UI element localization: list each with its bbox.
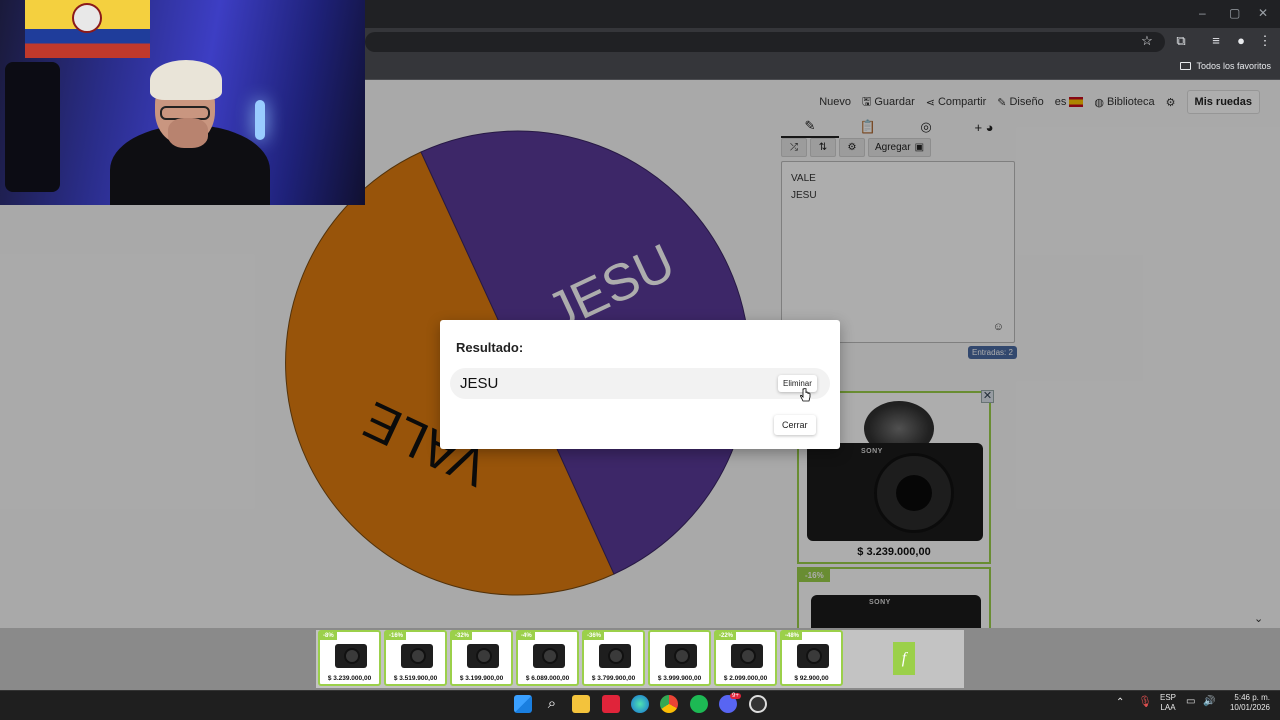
clock-date: 10/01/2026 — [1229, 703, 1270, 712]
camera-lens-thumbnail — [740, 648, 756, 664]
microphone-icon[interactable]: 🎙 — [1138, 697, 1152, 708]
camera-lens-thumbnail — [344, 648, 360, 664]
ad-strip-price: $ 92.900,00 — [794, 675, 829, 682]
camera-lens-thumbnail — [410, 648, 426, 664]
ad-strip-product[interactable]: -48% $ 92.900,00 — [780, 630, 843, 686]
discount-badge: -4% — [518, 632, 535, 640]
ad-strip-price: $ 3.239.000,00 — [327, 675, 372, 682]
person-hand — [168, 118, 208, 148]
bookmark-star-icon[interactable]: ☆ — [1138, 33, 1156, 49]
ad-strip-product[interactable]: -16% $ 3.519.900,00 — [384, 630, 447, 686]
extensions-icon[interactable]: ⧉ — [1172, 33, 1190, 49]
camera-lens-thumbnail — [608, 648, 624, 664]
clock[interactable]: 5:46 p. m. 10/01/2026 — [1224, 693, 1270, 713]
spotify-icon[interactable] — [690, 695, 708, 713]
file-explorer-icon[interactable] — [572, 695, 590, 713]
ad-strip-product[interactable]: -4% $ 6.089.000,00 — [516, 630, 579, 686]
remove-button[interactable]: Eliminar — [778, 375, 817, 392]
discount-badge: -16% — [386, 632, 407, 640]
ad-strip-price: $ 6.089.000,00 — [525, 675, 570, 682]
discount-badge: -36% — [584, 632, 605, 640]
language-indicator[interactable]: ESP LAA — [1160, 693, 1176, 713]
discount-badge: -22% — [716, 632, 737, 640]
discount-badge: -8% — [320, 632, 337, 640]
hand-cursor-icon — [800, 388, 811, 402]
ad-strip-product[interactable]: -8% $ 3.239.000,00 — [318, 630, 381, 686]
ad-strip-price: $ 3.519.900,00 — [393, 675, 438, 682]
led-light — [255, 100, 265, 140]
dialog-title: Resultado: — [456, 340, 524, 355]
folder-icon — [1180, 62, 1192, 70]
all-bookmarks-label: Todos los favoritos — [1196, 61, 1271, 71]
volume-icon[interactable]: 🔊 — [1203, 697, 1215, 707]
ad-strip-product[interactable]: -22% $ 2.099.000,00 — [714, 630, 777, 686]
all-bookmarks-button[interactable]: Todos los favoritos — [1180, 61, 1271, 71]
edge-icon[interactable] — [631, 695, 649, 713]
media-icon[interactable]: ≡ — [1207, 33, 1225, 48]
chevron-up-icon[interactable]: ⌃ — [1116, 698, 1124, 708]
ad-strip-product[interactable]: -36% $ 3.799.900,00 — [582, 630, 645, 686]
close-button[interactable]: Cerrar — [774, 415, 816, 435]
discount-badge: -32% — [452, 632, 473, 640]
camera-lens-thumbnail — [674, 648, 690, 664]
result-value: JESU — [460, 375, 499, 392]
ad-strip-product[interactable]: -32% $ 3.199.900,00 — [450, 630, 513, 686]
chevron-down-icon[interactable]: ⌄ — [1254, 612, 1263, 625]
windows-start-icon[interactable] — [514, 695, 532, 713]
result-row: JESU Eliminar — [450, 368, 830, 399]
obs-icon[interactable] — [749, 695, 767, 713]
minimize-icon[interactable]: – — [1199, 6, 1206, 20]
menu-icon[interactable]: ⋮ — [1256, 33, 1274, 49]
webcam-overlay — [0, 0, 365, 205]
ad-strip-price: $ 3.199.900,00 — [459, 675, 504, 682]
result-dialog: Resultado: JESU Eliminar Cerrar — [440, 320, 840, 449]
chrome-icon[interactable] — [660, 695, 678, 713]
restore-icon[interactable]: ▢ — [1229, 6, 1240, 20]
language-code: ESP — [1160, 693, 1177, 702]
camera-lens-thumbnail — [806, 648, 822, 664]
network-icon[interactable]: ▭ — [1186, 697, 1195, 707]
layout-code: LAA — [1160, 703, 1176, 712]
camera-lens-thumbnail — [542, 648, 558, 664]
profile-icon[interactable]: ● — [1232, 33, 1250, 48]
discord-badge: 9+ — [730, 693, 741, 699]
person-cap — [150, 60, 222, 100]
flag-seal — [72, 3, 102, 33]
ad-strip-price: $ 2.099.000,00 — [723, 675, 768, 682]
clock-time: 5:46 p. m. — [1234, 693, 1270, 702]
discount-badge: -48% — [782, 632, 803, 640]
ad-strip-price: $ 3.799.900,00 — [591, 675, 636, 682]
address-bar[interactable] — [365, 32, 1165, 52]
falabella-logo[interactable]: f — [893, 642, 915, 675]
app-icon[interactable] — [602, 695, 620, 713]
gaming-chair — [5, 62, 60, 192]
search-icon[interactable]: ⌕ — [543, 695, 561, 713]
camera-lens-thumbnail — [476, 648, 492, 664]
close-window-icon[interactable]: ✕ — [1258, 6, 1268, 20]
ad-strip-price: $ 3.999.900,00 — [657, 675, 702, 682]
ad-strip-product[interactable]: $ 3.999.900,00 — [648, 630, 711, 686]
